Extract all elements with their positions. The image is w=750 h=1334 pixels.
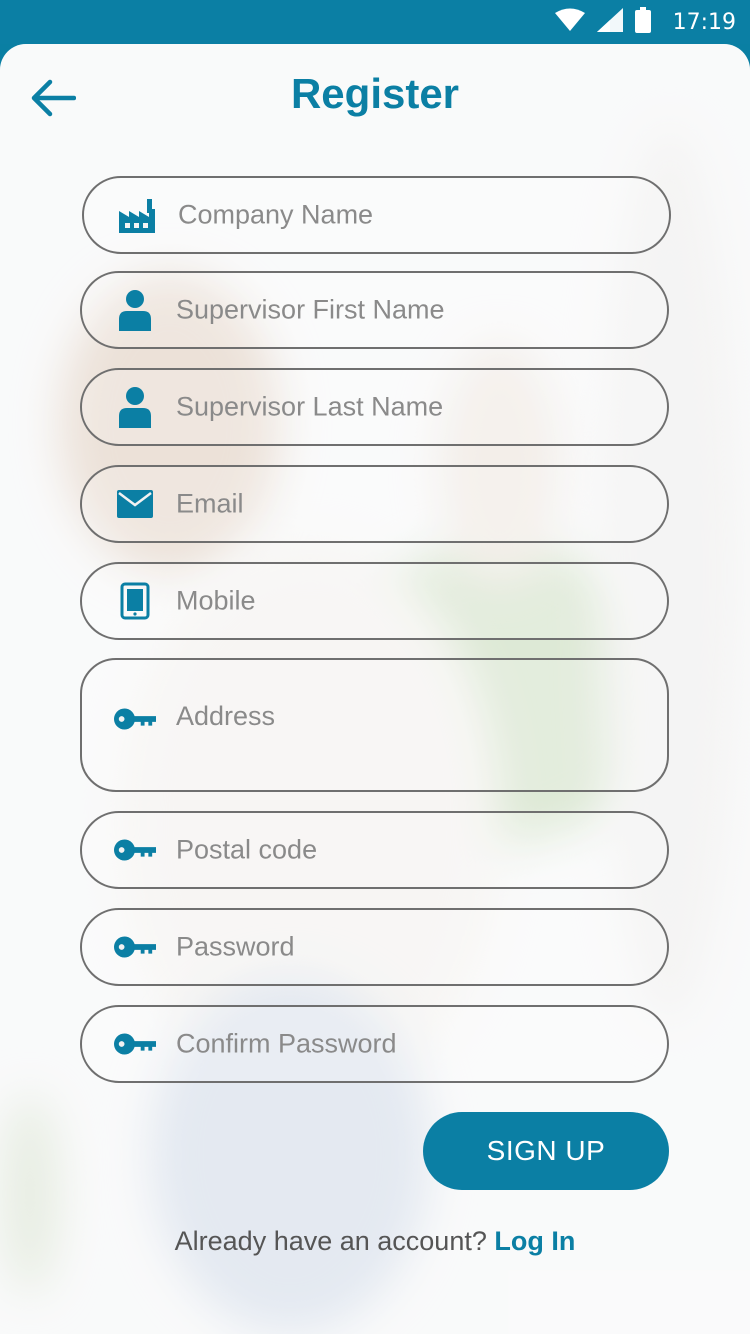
login-prompt-text: Already have an account? [174, 1226, 495, 1256]
email-field[interactable]: Email [80, 465, 669, 543]
status-time: 17:19 [672, 9, 736, 35]
postal-code-placeholder: Postal code [176, 834, 318, 865]
password-field[interactable]: Password [80, 908, 669, 986]
sign-up-button[interactable]: SIGN UP [423, 1112, 669, 1190]
supervisor-last-name-placeholder: Supervisor Last Name [176, 391, 444, 422]
status-bar: 17:19 [0, 0, 750, 44]
key-icon [114, 829, 156, 871]
header: Register [0, 44, 750, 152]
status-icons: 17:19 [554, 0, 736, 44]
postal-code-field[interactable]: Postal code [80, 811, 669, 889]
tablet-icon [114, 580, 156, 622]
person-icon [114, 386, 156, 428]
signal-icon [596, 7, 623, 37]
wifi-icon [554, 8, 585, 37]
email-placeholder: Email [176, 488, 244, 519]
key-icon [114, 698, 156, 740]
factory-icon [116, 194, 158, 236]
envelope-icon [114, 483, 156, 525]
person-icon [114, 289, 156, 331]
battery-icon [634, 6, 651, 38]
company-name-field[interactable]: Company Name [82, 176, 671, 254]
register-screen: Register Company Name Supervisor First N… [0, 44, 750, 1334]
password-placeholder: Password [176, 931, 295, 962]
mobile-field[interactable]: Mobile [80, 562, 669, 640]
supervisor-first-name-placeholder: Supervisor First Name [176, 294, 445, 325]
confirm-password-field[interactable]: Confirm Password [80, 1005, 669, 1083]
confirm-password-placeholder: Confirm Password [176, 1028, 397, 1059]
login-prompt: Already have an account? Log In [0, 1226, 750, 1257]
company-name-placeholder: Company Name [178, 199, 374, 230]
mobile-placeholder: Mobile [176, 585, 256, 616]
log-in-link[interactable]: Log In [494, 1226, 575, 1256]
key-icon [114, 1023, 156, 1065]
key-icon [114, 926, 156, 968]
supervisor-last-name-field[interactable]: Supervisor Last Name [80, 368, 669, 446]
page-title: Register [290, 70, 460, 117]
address-field[interactable]: Address [80, 658, 669, 792]
address-placeholder: Address [176, 701, 276, 731]
supervisor-first-name-field[interactable]: Supervisor First Name [80, 271, 669, 349]
